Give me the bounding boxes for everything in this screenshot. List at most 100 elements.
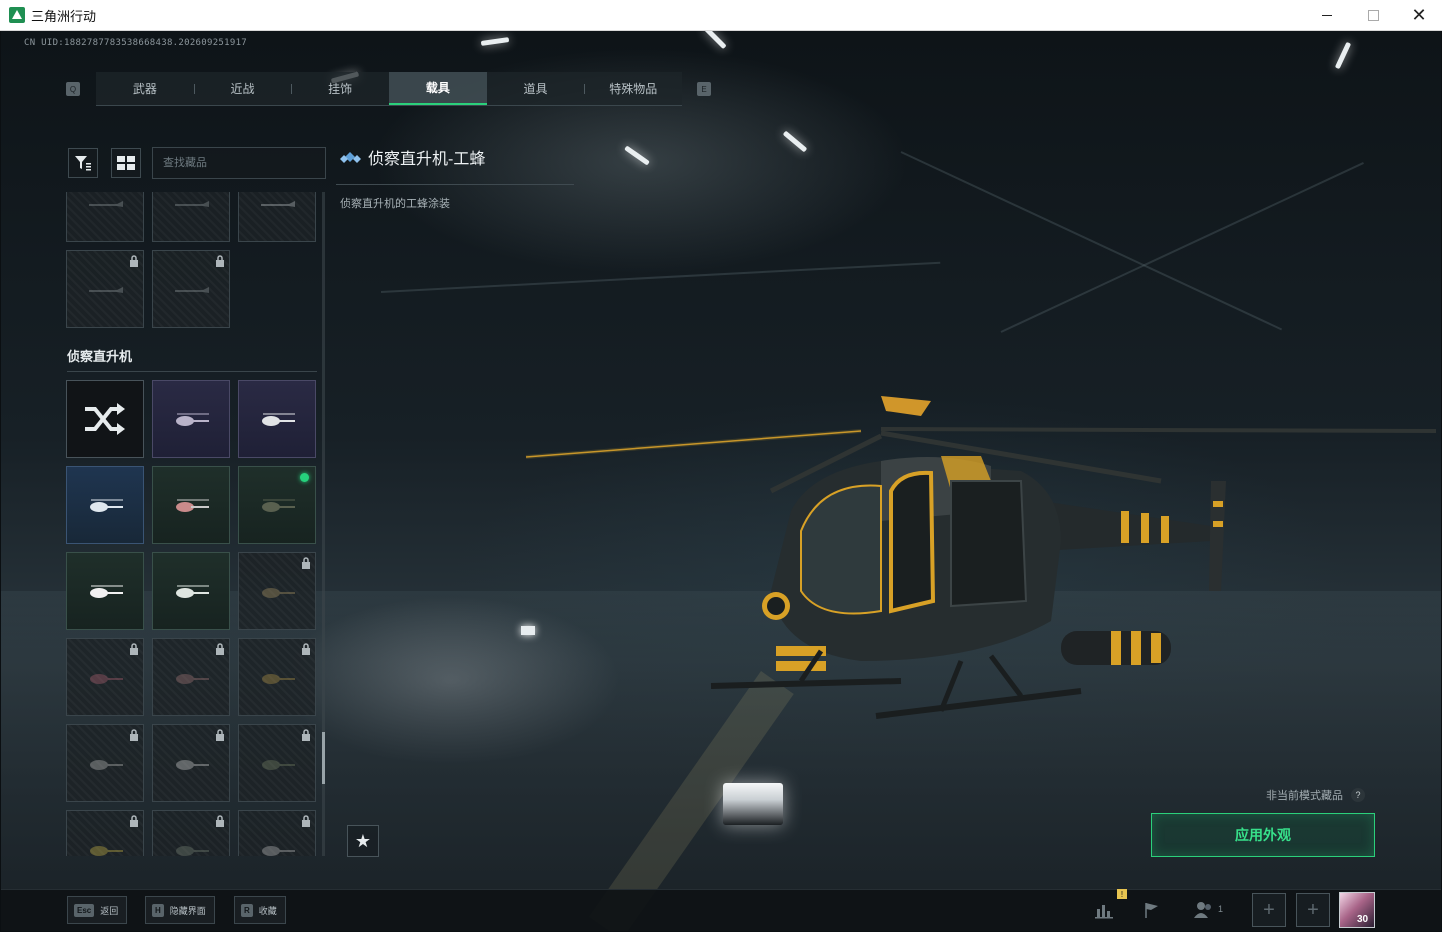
squad-button[interactable] [1192,898,1216,922]
minimize-button[interactable] [1304,0,1350,31]
skin-card[interactable] [152,250,230,328]
stats-icon [1095,905,1113,919]
hangar-beam [1000,162,1364,333]
helicopter-icon [262,499,295,512]
key-hint: H [152,903,164,917]
team-slot[interactable]: + [1252,893,1286,927]
plus-icon: + [1307,898,1319,921]
skin-card[interactable] [66,724,144,802]
skin-card[interactable] [66,250,144,328]
skin-card[interactable] [238,380,316,458]
favorite-button[interactable]: ★ [347,825,379,857]
helicopter-icon [90,674,123,684]
filter-icon [75,156,91,171]
back-button[interactable]: Esc 返回 [67,896,128,924]
skin-card[interactable] [152,552,230,630]
skin-card[interactable] [152,192,230,242]
skin-card[interactable] [66,552,144,630]
maximize-button[interactable] [1350,0,1396,31]
close-button[interactable]: ✕ [1396,0,1442,31]
detail-divider [336,184,574,185]
rarity-diamond-icon [340,152,361,163]
ceiling-light [624,145,650,166]
helicopter-icon [90,760,123,770]
skin-card[interactable] [152,810,230,856]
hangar-beam [380,261,941,293]
detail-description: 侦察直升机的工蜂涂装 [340,198,450,210]
scout-heli-grid [66,380,318,856]
lock-icon [216,643,224,655]
mode-note: 非当前模式藏品 ? [1266,787,1365,803]
helicopter-icon [176,413,209,426]
hide-ui-label: 隐藏界面 [169,905,206,916]
skin-list: 侦察直升机 [66,192,318,856]
skin-card[interactable] [152,380,230,458]
notification-badge: ! [1117,889,1127,899]
tab-melee[interactable]: 近战 [193,72,292,105]
skin-card[interactable] [152,466,230,544]
skin-card[interactable] [66,638,144,716]
helicopter-icon [175,201,209,207]
skin-card-equipped[interactable] [238,466,316,544]
skin-card[interactable] [238,724,316,802]
favorite-hint-button[interactable]: R 收藏 [234,896,286,924]
search-input[interactable] [152,147,326,179]
lock-icon [216,815,224,827]
floor-spotlight [723,783,783,825]
flag-button[interactable] [1140,898,1164,922]
random-skin-card[interactable] [66,380,144,458]
helicopter-icon [175,287,209,293]
grid-view-icon [117,156,135,170]
lock-icon [216,255,224,267]
skin-card[interactable] [238,810,316,856]
lock-icon [302,557,310,569]
helicopter-icon [262,588,295,598]
helicopter-icon [176,760,209,770]
tab-special-items[interactable]: 特殊物品 [584,72,682,105]
lock-icon [130,255,138,267]
filter-button[interactable] [68,148,98,178]
helicopter-icon [176,846,209,856]
apply-skin-button[interactable]: 应用外观 [1151,813,1375,857]
skin-card[interactable] [152,724,230,802]
tab-charms[interactable]: 挂饰 [291,72,389,105]
plus-icon: + [1263,898,1275,921]
skin-card[interactable] [66,810,144,856]
help-icon[interactable]: ? [1351,788,1365,802]
lock-icon [130,729,138,741]
window-titlebar: 三角洲行动 ✕ [0,0,1442,31]
team-slot[interactable]: + [1296,893,1330,927]
lock-icon [302,815,310,827]
prev-tab-key-hint: Q [66,82,80,96]
squad-count: 1 [1218,904,1224,914]
skin-card[interactable] [66,466,144,544]
skin-card[interactable] [152,638,230,716]
skin-card[interactable] [238,638,316,716]
player-uid: CN UID:1882787783538668438.202609251917 [24,38,248,48]
key-hint: R [241,903,253,917]
hide-ui-button[interactable]: H 隐藏界面 [145,896,215,924]
ceiling-light [480,37,510,46]
key-hint: Esc [74,903,95,917]
tab-weapons[interactable]: 武器 [96,72,194,105]
grid-view-button[interactable] [111,148,141,178]
helicopter-icon [262,760,295,770]
tab-vehicles[interactable]: 载具 [389,72,487,105]
lock-icon [216,729,224,741]
stats-button[interactable] [1092,898,1116,922]
skin-card[interactable] [238,192,316,242]
window-title: 三角洲行动 [31,8,97,24]
helicopter-icon [90,499,123,512]
window-controls: ✕ [1304,0,1442,31]
tab-items[interactable]: 道具 [487,72,585,105]
skin-card[interactable] [66,192,144,242]
detail-header: 侦察直升机-工蜂 [340,145,485,169]
scrollbar-thumb[interactable] [322,732,325,784]
player-level: 30 [1357,914,1369,925]
ceiling-light [782,130,808,153]
squad-icon [1194,902,1211,918]
flag-icon [1145,903,1158,918]
ceiling-light [703,31,727,50]
helicopter-icon [262,674,295,684]
skin-card[interactable] [238,552,316,630]
